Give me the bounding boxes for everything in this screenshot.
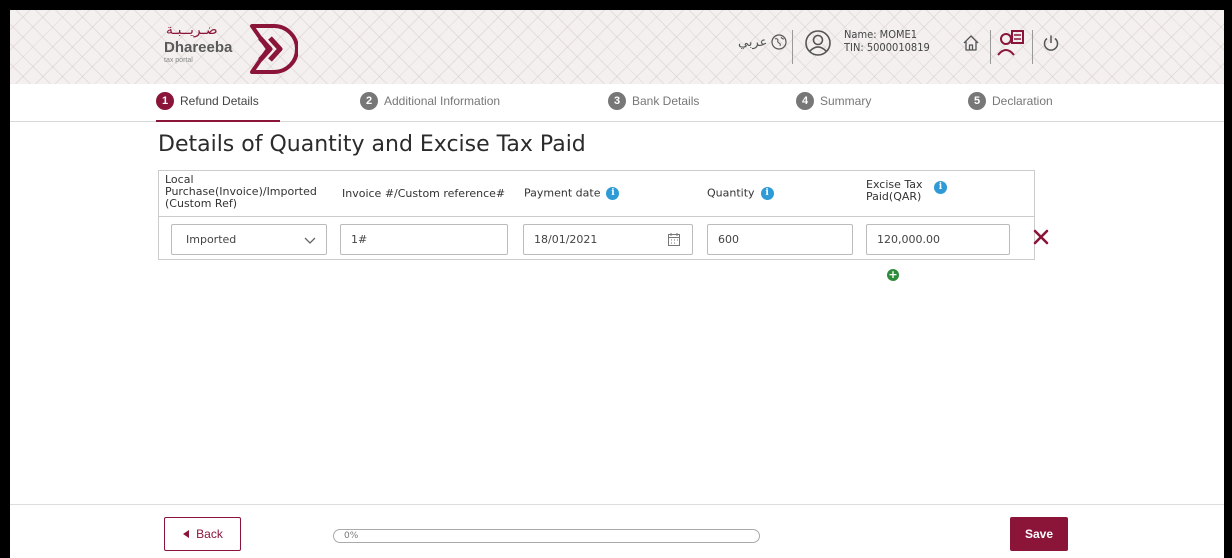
step-bank-details[interactable]: 3 Bank Details: [608, 92, 699, 110]
progress-bar: 0%: [333, 529, 760, 543]
back-button[interactable]: Back: [164, 517, 241, 551]
back-button-label: Back: [196, 527, 223, 541]
info-icon[interactable]: i: [606, 187, 620, 200]
chevron-down-icon: [304, 237, 316, 244]
logo-name: Dhareeba: [164, 39, 233, 56]
col-header-payment-date: Payment date i: [524, 186, 620, 200]
header-divider: [990, 30, 991, 64]
language-label: عربي: [738, 34, 768, 50]
footer-bar: Back 0% Save: [10, 504, 1224, 558]
step-label: Declaration: [992, 94, 1053, 108]
header-divider: [792, 30, 793, 64]
notifications-icon[interactable]: [996, 28, 1026, 58]
logo-arabic-text: ضـريــبـة: [166, 22, 218, 38]
excise-tax-value: 120,000.00: [877, 233, 940, 246]
tax-paid-table: Local Purchase(Invoice)/Imported (Custom…: [158, 170, 1049, 260]
step-summary[interactable]: 4 Summary: [796, 92, 871, 110]
user-info: Name: MOME1 TIN: 5000010819: [844, 28, 930, 54]
step-declaration[interactable]: 5 Declaration: [968, 92, 1053, 110]
payment-date-value: 18/01/2021: [534, 233, 598, 246]
progress-stepper: 1 Refund Details 2 Additional Informatio…: [10, 84, 1224, 122]
user-icon[interactable]: [804, 29, 832, 57]
col-header-excise-tax: Excise Tax Paid(QAR) i: [866, 179, 976, 203]
page-title: Details of Quantity and Excise Tax Paid: [158, 132, 586, 157]
home-icon[interactable]: [962, 34, 980, 52]
logo-chevron-icon: [250, 24, 298, 74]
step-label: Bank Details: [632, 94, 700, 108]
step-number: 5: [968, 92, 986, 110]
logo-subtitle: tax portal: [164, 57, 193, 64]
user-tin: TIN: 5000010819: [844, 41, 930, 54]
col-header-payment-date-label: Payment date: [524, 186, 601, 200]
col-header-quantity-label: Quantity: [707, 186, 755, 200]
add-row-icon[interactable]: +: [887, 269, 899, 281]
step-refund-details[interactable]: 1 Refund Details: [156, 92, 259, 110]
step-number: 2: [360, 92, 378, 110]
col-header-quantity: Quantity i: [707, 187, 774, 200]
language-switch[interactable]: عربي: [738, 34, 787, 50]
logout-power-icon[interactable]: [1042, 34, 1060, 52]
active-step-underline: [156, 120, 280, 122]
app-window: ضـريــبـة Dhareeba tax portal عربي Name:…: [10, 10, 1224, 558]
type-select-value: Imported: [186, 233, 237, 246]
header-divider: [1032, 30, 1033, 64]
col-header-type: Local Purchase(Invoice)/Imported (Custom…: [165, 173, 317, 210]
step-label: Additional Information: [384, 94, 501, 108]
step-number: 1: [156, 92, 174, 110]
quantity-value: 600: [718, 233, 739, 246]
step-number: 3: [608, 92, 626, 110]
caret-left-icon: [183, 530, 190, 538]
remove-row-icon[interactable]: [1031, 227, 1051, 247]
reference-input-value: 1#: [351, 233, 368, 246]
calendar-icon[interactable]: [668, 233, 680, 246]
info-icon[interactable]: i: [760, 187, 774, 200]
excise-tax-input[interactable]: 120,000.00: [866, 224, 1010, 255]
top-header: ضـريــبـة Dhareeba tax portal عربي Name:…: [10, 10, 1224, 84]
col-header-excise-tax-label: Excise Tax Paid(QAR): [866, 178, 923, 203]
type-select[interactable]: Imported: [171, 224, 327, 255]
step-number: 4: [796, 92, 814, 110]
user-name: Name: MOME1: [844, 28, 918, 41]
table-header: Local Purchase(Invoice)/Imported (Custom…: [159, 171, 1034, 217]
globe-icon: [771, 34, 787, 50]
step-label: Refund Details: [180, 94, 259, 108]
payment-date-input[interactable]: 18/01/2021: [523, 224, 693, 255]
save-button[interactable]: Save: [1010, 517, 1068, 551]
step-label: Summary: [820, 94, 872, 108]
dhareeba-logo[interactable]: ضـريــبـة Dhareeba tax portal: [164, 22, 304, 74]
quantity-input[interactable]: 600: [707, 224, 853, 255]
progress-label: 0%: [344, 531, 359, 541]
reference-input[interactable]: 1#: [340, 224, 508, 255]
info-icon[interactable]: i: [934, 181, 947, 194]
save-button-label: Save: [1024, 527, 1054, 541]
col-header-reference: Invoice #/Custom reference#: [342, 187, 506, 200]
step-additional-information[interactable]: 2 Additional Information: [360, 92, 500, 110]
